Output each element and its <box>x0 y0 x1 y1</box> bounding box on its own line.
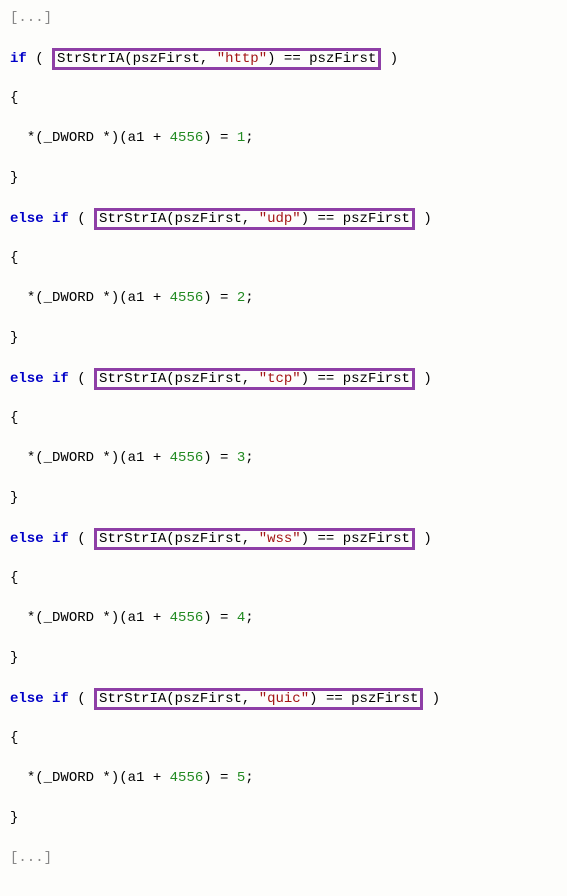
ellipsis-top: [...] <box>10 10 52 26</box>
highlight-http: StrStrIA(pszFirst, "http") == pszFirst <box>52 48 381 70</box>
code-block: [...] if ( StrStrIA(pszFirst, "http") ==… <box>10 8 557 888</box>
brace-open: { <box>10 90 18 106</box>
kw-else: else <box>10 211 44 227</box>
highlight-wss: StrStrIA(pszFirst, "wss") == pszFirst <box>94 528 415 550</box>
highlight-udp: StrStrIA(pszFirst, "udp") == pszFirst <box>94 208 415 230</box>
kw-if: if <box>10 51 27 67</box>
highlight-tcp: StrStrIA(pszFirst, "tcp") == pszFirst <box>94 368 415 390</box>
ellipsis-bottom: [...] <box>10 850 52 866</box>
highlight-quic: StrStrIA(pszFirst, "quic") == pszFirst <box>94 688 423 710</box>
brace-close: } <box>10 170 18 186</box>
